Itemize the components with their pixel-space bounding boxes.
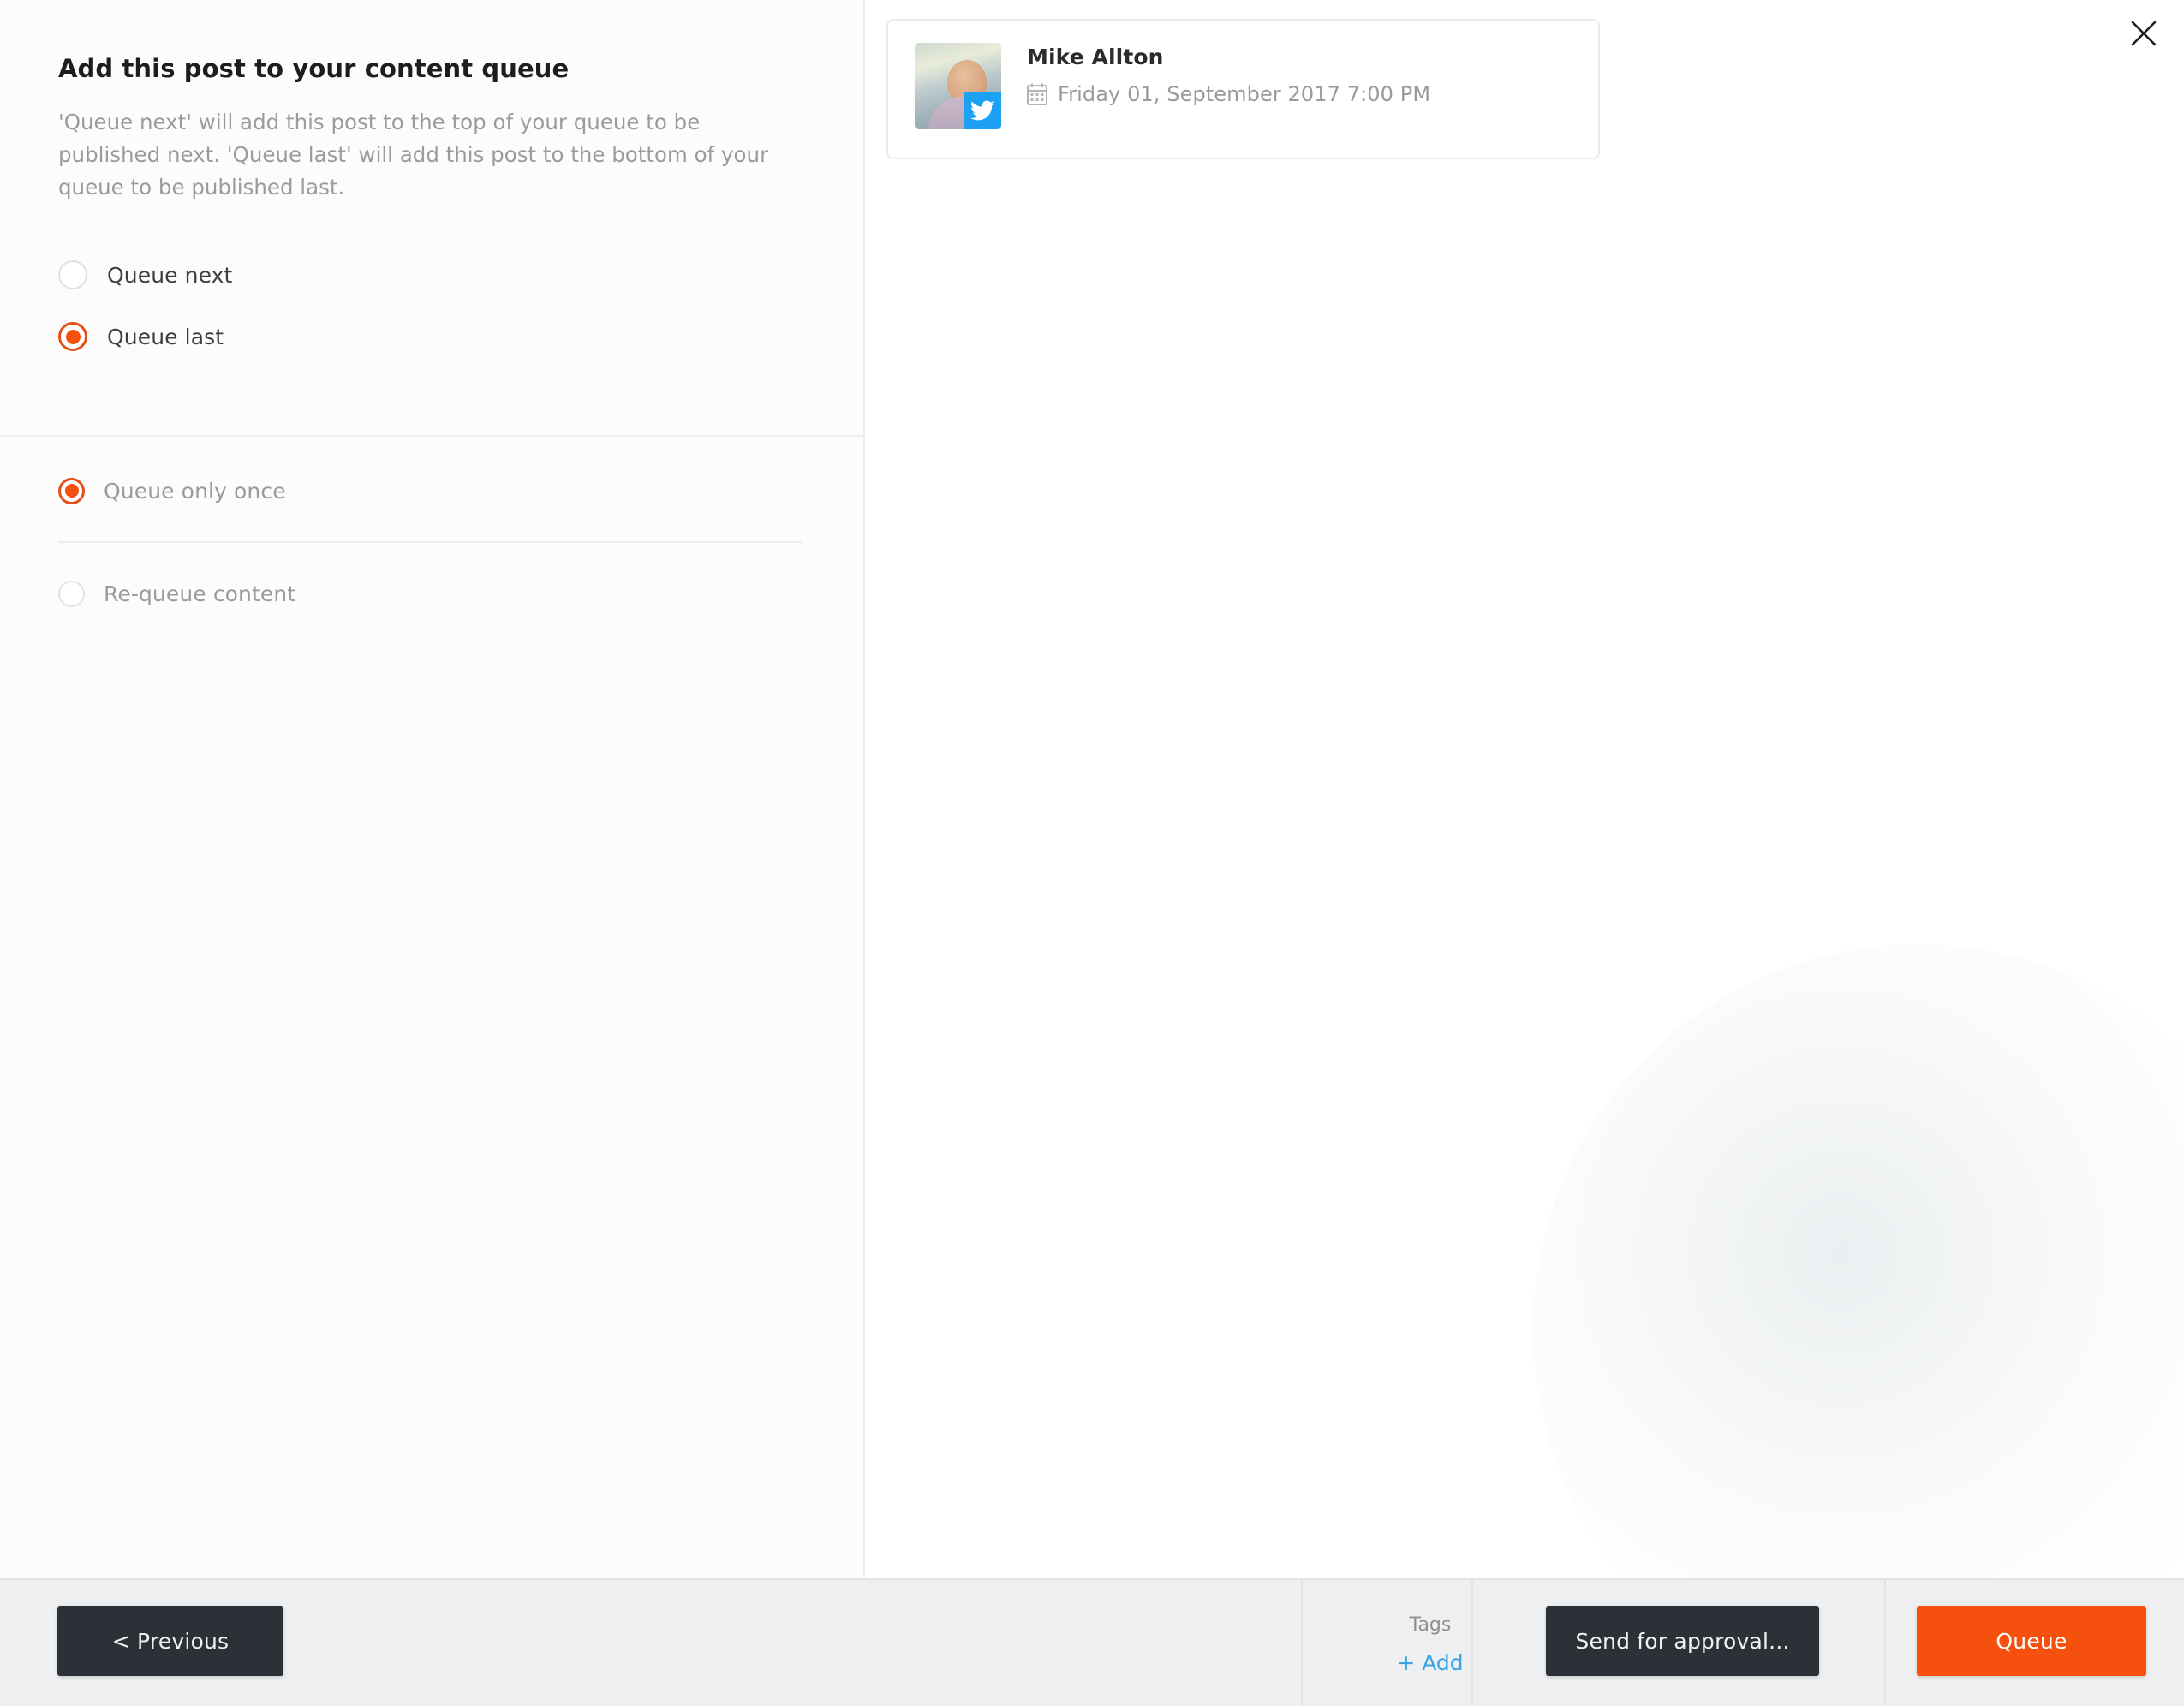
page-title: Add this post to your content queue xyxy=(58,54,570,83)
background-glow xyxy=(1533,945,2184,1578)
previous-button[interactable]: < Previous xyxy=(57,1606,283,1676)
tags-section: Tags + Add xyxy=(1353,1614,1507,1675)
radio-option-queue-next[interactable]: Queue next xyxy=(58,244,805,306)
post-date: Friday 01, September 2017 7:00 PM xyxy=(1058,82,1431,106)
queue-button[interactable]: Queue xyxy=(1917,1606,2146,1676)
post-date-row: Friday 01, September 2017 7:00 PM xyxy=(1027,82,1430,106)
close-icon[interactable] xyxy=(2119,9,2169,58)
radio-label-queue-next: Queue next xyxy=(107,262,233,288)
post-author: Mike Allton xyxy=(1027,45,1164,69)
radio-indicator-queue-next[interactable] xyxy=(58,260,87,290)
action-bar-divider xyxy=(1471,1580,1473,1706)
post-meta: Mike Allton Friday 01, September 2017 7:… xyxy=(1027,43,1430,106)
post-preview-panel: Mike Allton Friday 01, September 2017 7:… xyxy=(867,0,2184,1578)
add-tag-button[interactable]: + Add xyxy=(1353,1650,1507,1675)
panel-description: 'Queue next' will add this post to the t… xyxy=(58,110,769,200)
radio-label-queue-last: Queue last xyxy=(107,324,224,349)
action-bar-divider xyxy=(1301,1580,1303,1706)
action-bar: < Previous Tags + Add Send for approval.… xyxy=(0,1578,2184,1706)
radio-indicator-re-queue-content[interactable] xyxy=(58,580,85,607)
queue-post-modal: Add this post to your content queue 'Que… xyxy=(0,0,2184,1706)
queue-position-radio-group: Queue next Queue last xyxy=(0,204,863,367)
radio-label-re-queue-content: Re-queue content xyxy=(104,581,296,606)
requeue-radio-group: Queue only once Re-queue content xyxy=(0,462,863,622)
calendar-icon xyxy=(1027,83,1047,105)
queue-options-panel: Add this post to your content queue 'Que… xyxy=(0,0,865,1578)
section-divider xyxy=(0,435,863,437)
inner-divider xyxy=(58,541,802,543)
twitter-icon xyxy=(964,92,1001,129)
tags-label: Tags xyxy=(1409,1614,1452,1636)
radio-option-re-queue-content[interactable]: Re-queue content xyxy=(58,565,805,622)
action-bar-divider xyxy=(1884,1580,1886,1706)
radio-option-queue-last[interactable]: Queue last xyxy=(58,306,805,367)
radio-indicator-queue-only-once[interactable] xyxy=(58,477,85,504)
radio-indicator-queue-last[interactable] xyxy=(58,322,87,352)
send-for-approval-button[interactable]: Send for approval... xyxy=(1546,1606,1819,1676)
radio-option-queue-only-once[interactable]: Queue only once xyxy=(58,462,805,519)
avatar xyxy=(915,43,1001,129)
post-preview-card[interactable]: Mike Allton Friday 01, September 2017 7:… xyxy=(886,19,1600,159)
panel-header: Add this post to your content queue 'Que… xyxy=(0,0,863,204)
radio-label-queue-only-once: Queue only once xyxy=(104,478,286,504)
